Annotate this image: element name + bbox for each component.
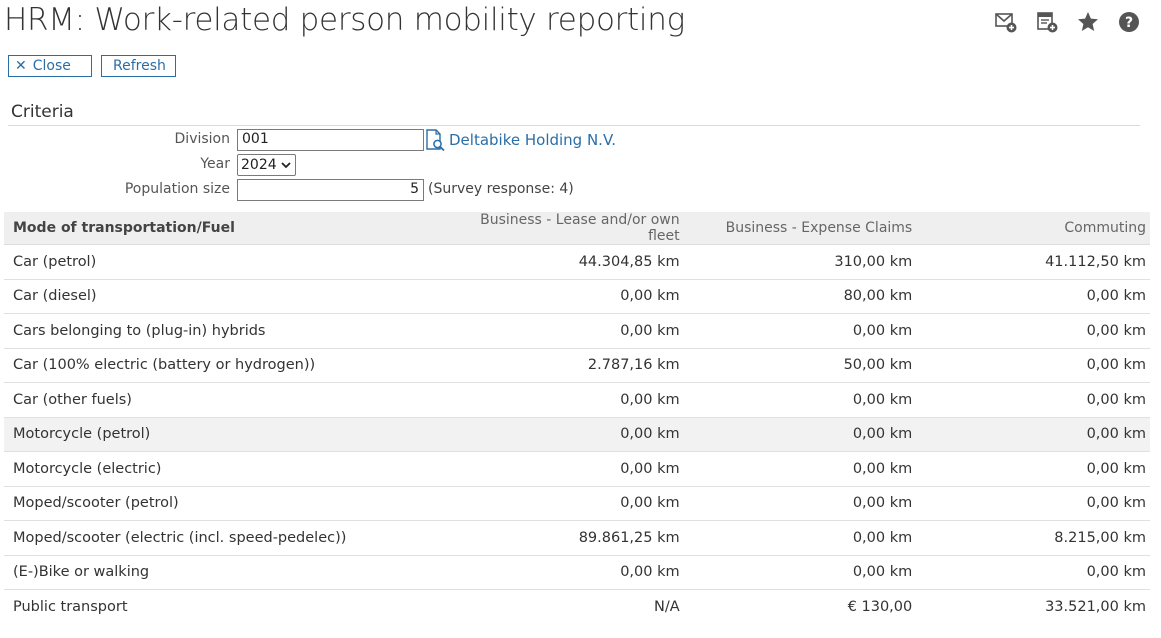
column-header: Business - Expense Claims [683,212,917,245]
table-row[interactable]: Car (diesel) 0,00 km 80,00 km 0,00 km [4,279,1150,314]
year-label: Year [200,156,230,172]
close-button[interactable]: ✕ Close [8,55,92,77]
mode-cell: Motorcycle (electric) [4,451,451,487]
mode-cell: Car (diesel) [4,279,451,314]
mode-cell: Moped/scooter (petrol) [4,486,451,521]
table-row[interactable]: Motorcycle (electric) 0,00 km 0,00 km 0,00 … [4,451,1150,487]
distance-cell: 0,00 km [683,451,917,487]
report-add-icon[interactable] [1035,10,1059,34]
close-button-label: Close [32,58,71,74]
lookup-icon[interactable] [425,129,445,152]
table-row[interactable]: (E-)Bike or walking 0,00 km 0,00 km 0,00 km [4,555,1150,590]
distance-cell: 2.787,16 km [450,348,684,383]
distance-cell: 0,00 km [450,486,684,521]
distance-cell: 0,00 km [916,279,1150,314]
distance-cell: 0,00 km [450,417,684,452]
distance-cell: 44.304,85 km [450,244,684,280]
svg-text:?: ? [1125,15,1133,31]
distance-cell: 0,00 km [683,313,917,349]
distance-cell: € 130,00 [847,598,913,615]
distance-cell: 0,00 km [916,348,1150,383]
table-row[interactable]: Public transport N/A € 130,00 33.521,00 km [4,590,1150,624]
table-row[interactable]: Cars belonging to (plug-in) hybrids 0,00 … [4,313,1150,349]
action-toolbar: ✕ Close Refresh [8,55,176,77]
close-icon: ✕ [15,58,27,74]
population-size-input[interactable]: 5 [237,179,424,201]
refresh-button[interactable]: Refresh [101,55,176,77]
distance-cell: 0,00 km [916,382,1150,418]
distance-cell: 0,00 km [683,417,917,452]
table-row[interactable]: Car (100% electric (battery or hydrogen)… [4,348,1150,383]
distance-cell: 0,00 km [916,555,1150,590]
distance-cell: 41.112,50 km [916,244,1150,280]
division-label: Division [174,131,230,147]
table-row[interactable]: Car (petrol) 44.304,85 km 310,00 km 41.112,… [4,244,1150,280]
distance-cell: 89.861,25 km [450,520,684,556]
mode-cell: Cars belonging to (plug-in) hybrids [4,313,451,349]
distance-cell: 33.521,00 km [1045,598,1146,615]
survey-response-text: (Survey response: 4) [428,181,574,197]
chevron-down-icon [281,162,291,169]
distance-cell: 310,00 km [683,244,917,280]
distance-cell: 0,00 km [450,279,684,314]
criteria-section-title: Criteria [11,102,74,122]
mobility-table: Mode of transportation/Fuel Business - L… [4,212,1150,624]
distance-cell: 8.215,00 km [916,520,1150,556]
distance-cell: 0,00 km [916,417,1150,452]
mode-cell: (E-)Bike or walking [4,555,451,590]
distance-cell: 0,00 km [683,520,917,556]
top-icon-bar: ? [994,10,1141,34]
distance-cell: 0,00 km [683,555,917,590]
division-input[interactable]: 001 [237,129,424,151]
distance-cell: 0,00 km [916,451,1150,487]
distance-cell: 0,00 km [450,382,684,418]
distance-cell: 50,00 km [683,348,917,383]
mode-cell: Car (petrol) [4,244,451,280]
mode-cell: Car (other fuels) [4,382,451,418]
distance-cell: 0,00 km [450,313,684,349]
distance-cell: 0,00 km [916,313,1150,349]
mode-cell: Car (100% electric (battery or hydrogen)… [4,348,451,383]
year-select[interactable]: 2024 [237,154,296,176]
year-select-value: 2024 [241,157,277,173]
mode-cell: Moped/scooter (electric (incl. speed-ped… [4,520,451,556]
star-icon[interactable] [1076,10,1100,34]
table-row[interactable]: Motorcycle (petrol) 0,00 km 0,00 km 0,00 km [4,417,1150,452]
distance-cell: 0,00 km [450,451,684,487]
table-header-row: Mode of transportation/Fuel Business - L… [4,212,1150,245]
page: HRM: Work-related person mobility report… [0,0,1161,638]
distance-cell: 0,00 km [916,486,1150,521]
help-icon[interactable]: ? [1117,10,1141,34]
refresh-button-label: Refresh [113,58,166,74]
distance-cell: 0,00 km [683,382,917,418]
distance-cell: 0,00 km [683,486,917,521]
division-name-link[interactable]: Deltabike Holding N.V. [449,131,616,149]
column-header: Business - Lease and/or own fleet [450,212,684,245]
distance-cell: N/A [653,598,680,615]
section-divider [8,125,1140,126]
mode-cell: Public transport [13,598,128,615]
table-row[interactable]: Moped/scooter (electric (incl. speed-ped… [4,520,1150,556]
mode-cell: Motorcycle (petrol) [4,417,451,452]
table-row[interactable]: Moped/scooter (petrol) 0,00 km 0,00 km 0,00… [4,486,1150,521]
population-size-label: Population size [124,181,230,197]
column-header: Commuting [916,212,1150,245]
table-row[interactable]: Car (other fuels) 0,00 km 0,00 km 0,00 km [4,382,1150,418]
page-title: HRM: Work-related person mobility report… [4,2,685,38]
mail-add-icon[interactable] [994,10,1018,34]
distance-cell: 80,00 km [683,279,917,314]
distance-cell: 0,00 km [450,555,684,590]
column-header: Mode of transportation/Fuel [4,212,451,245]
